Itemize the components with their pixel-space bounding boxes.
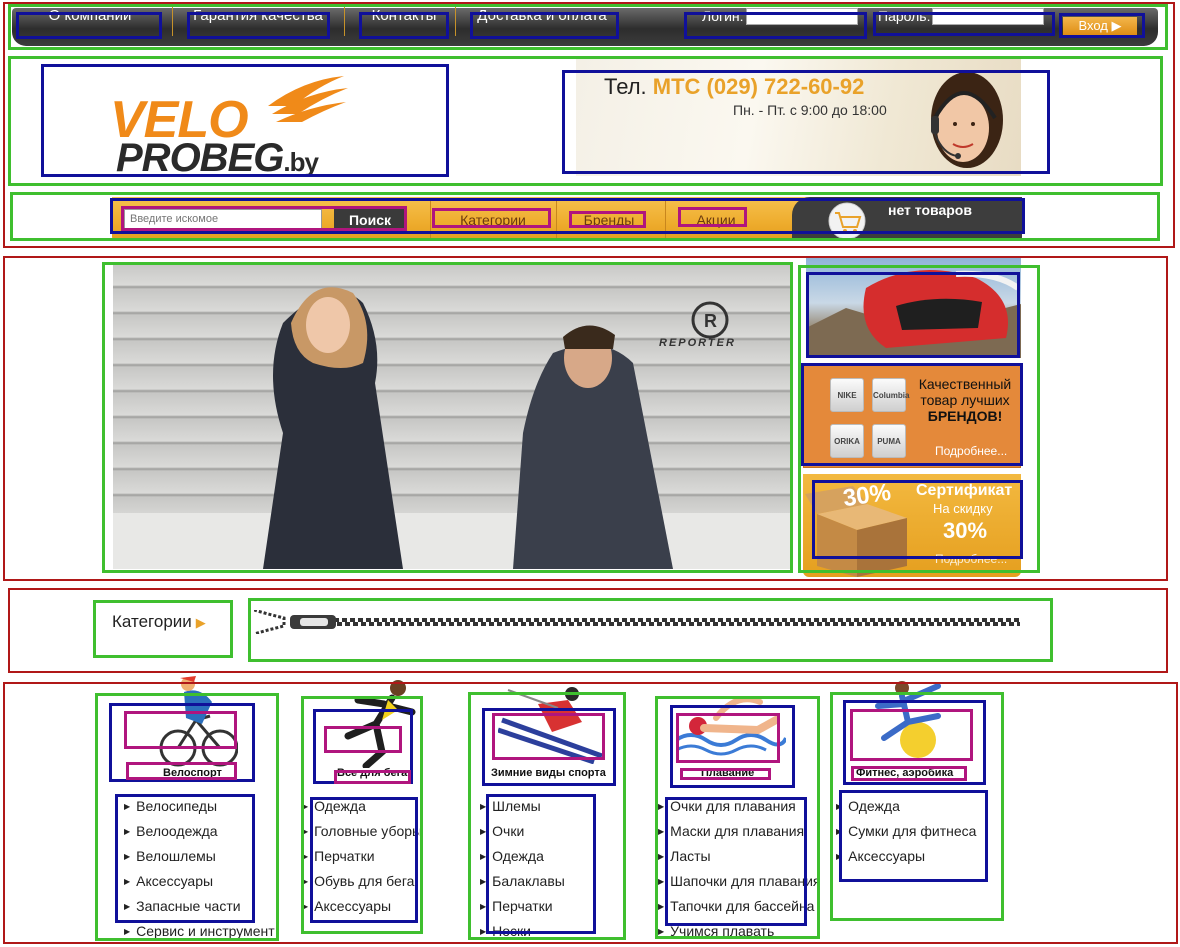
list-item[interactable]: Перчатки (302, 846, 422, 871)
login-label: Логин: (702, 8, 744, 24)
list-item[interactable]: Головные уборы (302, 821, 422, 846)
brand-logo-nike: NIKE (830, 378, 864, 412)
svg-text:R: R (704, 311, 717, 331)
categories-heading[interactable]: Категории ▶ (112, 612, 206, 632)
nav-separator (455, 2, 456, 36)
password-input[interactable] (932, 8, 1044, 25)
nav-delivery[interactable]: Доставка и оплата (472, 0, 612, 32)
fashion-photo-icon: R (113, 287, 791, 569)
swimmer-icon[interactable] (676, 690, 786, 760)
promotions-link[interactable]: Акции (674, 207, 758, 233)
category-title-cycling[interactable]: Велоспорт (163, 767, 222, 779)
categories-label: Категории (112, 612, 192, 631)
list-item[interactable]: Велоодежда (124, 821, 275, 846)
category-list-cycling: Велосипеды Велоодежда Велошлемы Аксессуа… (124, 796, 275, 946)
brands-text: Качественный товар лучших БРЕНДОВ! (906, 376, 1024, 424)
list-item[interactable]: Одежда (480, 846, 565, 871)
list-item[interactable]: Учимся плавать (658, 921, 821, 946)
list-item[interactable]: Одежда (302, 796, 422, 821)
list-item[interactable]: Обувь для бега (302, 871, 422, 896)
category-list-running: Одежда Головные уборы Перчатки Обувь для… (302, 796, 422, 921)
list-item[interactable]: Очки (480, 821, 565, 846)
phone-line: Тел. МТС (029) 722-60-92 (604, 74, 864, 100)
search-button[interactable]: Поиск (334, 207, 406, 233)
list-item[interactable]: Шапочки для плавания (658, 871, 820, 896)
list-item[interactable]: Сервис и инструмент (124, 921, 275, 946)
nav-separator (172, 2, 173, 36)
work-hours: Пн. - Пт. с 9:00 до 18:00 (733, 102, 887, 118)
phone-prefix: Тел. (604, 74, 647, 99)
list-item[interactable]: Велошлемы (124, 846, 275, 871)
list-item[interactable]: Перчатки (480, 896, 565, 921)
brands-text-emph: БРЕНДОВ! (927, 408, 1003, 424)
category-title-running[interactable]: Все для бега (337, 767, 407, 779)
list-item[interactable]: Очки для плавания (658, 796, 821, 821)
site-logo[interactable]: VELO PROBEG.by (110, 66, 390, 178)
certificate-percent: 30% (943, 518, 988, 543)
support-operator-icon (931, 72, 1003, 168)
brand-logo-puma: PUMA (872, 424, 906, 458)
password-label: Пароль: (878, 8, 931, 24)
arrow-right-icon: ▶ (195, 615, 206, 630)
category-list-winter: Шлемы Очки Одежда Балаклавы Перчатки Нос… (480, 796, 565, 946)
main-promo-banner[interactable]: R REPORTER (113, 263, 791, 569)
page: О компании Гарантия качества Контакты До… (0, 0, 1180, 947)
list-item[interactable]: Аксессуары (302, 896, 422, 921)
search-input[interactable] (124, 209, 322, 229)
list-item[interactable]: Шлемы (480, 796, 565, 821)
category-title-winter[interactable]: Зимние виды спорта (491, 767, 606, 779)
list-item[interactable]: Носки (480, 921, 565, 946)
logo-probeg: PROBEG (116, 136, 284, 180)
brands-more-link[interactable]: Подробнее... (935, 444, 1007, 458)
list-item[interactable]: Аксессуары (124, 871, 275, 896)
category-list-swimming: Очки для плавания Маски для плавания Лас… (658, 796, 821, 946)
certificate-title: Сертификат (916, 482, 1013, 499)
search-separator (430, 199, 431, 239)
phone-banner: Тел. МТС (029) 722-60-92 Пн. - Пт. с 9:0… (576, 58, 1021, 176)
login-button[interactable]: Вход ▶ (1063, 17, 1137, 35)
list-item[interactable]: Велосипеды (124, 796, 275, 821)
list-item[interactable]: Тапочки для бассейна (658, 896, 821, 921)
list-item[interactable]: Одежда (836, 796, 976, 821)
list-item[interactable]: Аксессуары (836, 846, 976, 871)
logo-probeg-text: PROBEG.by (116, 136, 319, 182)
brands-text-line: товар лучших (920, 392, 1010, 408)
login-input[interactable] (746, 8, 858, 25)
brands-link[interactable]: Бренды (564, 207, 654, 233)
logo-suffix: .by (283, 147, 319, 177)
logo-wings-icon (268, 76, 348, 122)
certificate-subtitle: На скидку (933, 501, 993, 516)
categories-link[interactable]: Категории (436, 207, 550, 233)
runner-icon[interactable] (318, 676, 428, 768)
category-title-fitness[interactable]: Фитнес, аэробика (856, 767, 953, 779)
list-item[interactable]: Ласты (658, 846, 821, 871)
nav-contacts[interactable]: Контакты (362, 0, 446, 32)
brands-text-line: Качественный (918, 376, 1012, 392)
search-separator (556, 199, 557, 239)
list-item[interactable]: Запасные части (124, 896, 275, 921)
cart-icon[interactable] (826, 201, 868, 241)
moto-helmet-icon (806, 270, 1021, 358)
cart-status: нет товаров (888, 202, 972, 218)
skier-icon[interactable] (498, 684, 608, 764)
list-item[interactable]: Балаклавы (480, 871, 565, 896)
phone-number[interactable]: МТС (029) 722-60-92 (653, 74, 865, 99)
nav-quality[interactable]: Гарантия качества (190, 0, 326, 32)
nav-separator (344, 2, 345, 36)
search-separator (665, 199, 666, 239)
category-list-fitness: Одежда Сумки для фитнеса Аксессуары (836, 796, 976, 871)
brand-logo-columbia: Columbia (872, 378, 909, 412)
certificate-more-link[interactable]: Подробнее... (935, 552, 1007, 566)
nav-about[interactable]: О компании (22, 0, 158, 32)
list-item[interactable]: Сумки для фитнеса (836, 821, 976, 846)
banner-brand: REPORTER (659, 337, 736, 349)
list-item[interactable]: Маски для плавания (658, 821, 821, 846)
cyclist-icon[interactable] (158, 672, 238, 768)
category-title-swimming[interactable]: Плавание (701, 767, 754, 779)
fitness-icon[interactable] (858, 676, 958, 762)
brand-logo-orika: ORIKA (830, 424, 864, 458)
helmet-banner[interactable] (806, 258, 1021, 358)
zipper-decoration-icon (254, 610, 1020, 634)
